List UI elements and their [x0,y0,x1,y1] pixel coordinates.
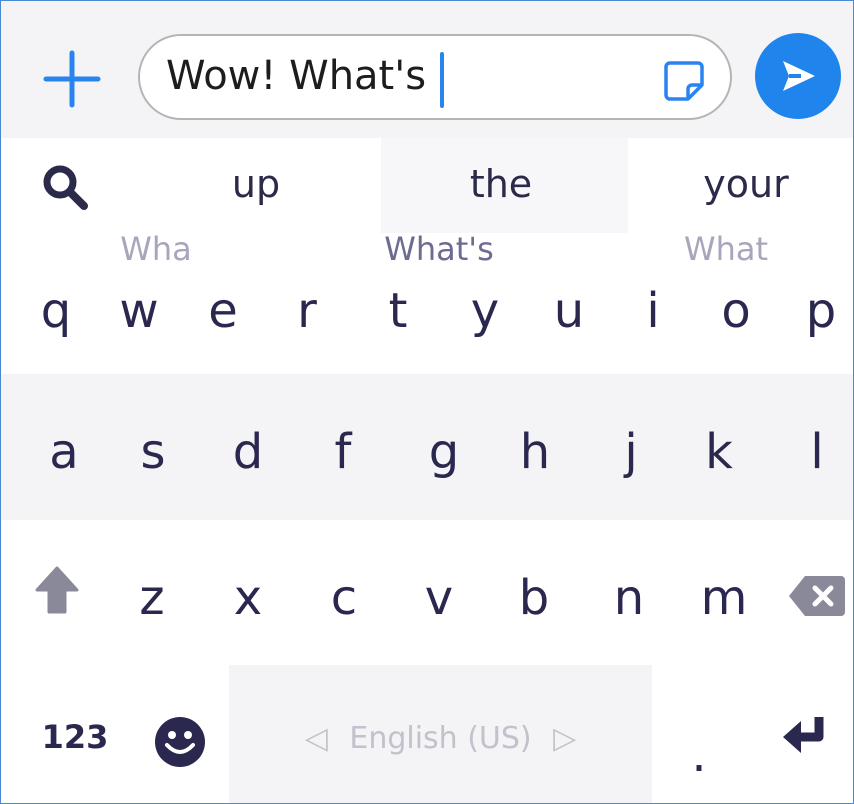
return-icon[interactable] [779,713,831,759]
key-r[interactable]: r [282,281,332,341]
key-q[interactable]: q [31,281,81,341]
key-m[interactable]: m [694,568,754,628]
key-k[interactable]: k [694,422,744,482]
space-bar-label: ◁ English (US) ▷ [229,719,652,759]
key-t[interactable]: t [373,281,423,341]
key-y[interactable]: y [460,281,510,341]
key-n[interactable]: n [604,568,654,628]
key-z[interactable]: z [127,568,177,628]
space-language-text: English (US) [349,721,532,756]
key-row-2: a s d f g h j k l [1,374,853,520]
key-g[interactable]: g [419,422,469,482]
key-u[interactable]: u [544,281,594,341]
key-b[interactable]: b [509,568,559,628]
message-input-text: Wow! What's [166,53,427,99]
text-caret [440,52,444,108]
compose-bar: Wow! What's [1,1,853,138]
key-s[interactable]: s [128,422,178,482]
plus-icon[interactable] [42,49,102,109]
prediction-2[interactable]: What's [369,229,509,269]
backspace-icon[interactable] [787,574,847,618]
search-icon[interactable] [38,160,94,216]
key-x[interactable]: x [223,568,273,628]
suggestion-bar: up the your [1,138,853,233]
key-i[interactable]: i [628,281,678,341]
key-row-1: q w e r t y u i o p [1,277,853,373]
suggestion-2[interactable]: the [436,162,566,206]
prediction-1[interactable]: Wha [91,229,221,269]
message-input[interactable]: Wow! What's [138,34,732,120]
key-f[interactable]: f [318,422,368,482]
key-w[interactable]: w [114,281,164,341]
shift-icon[interactable] [33,564,81,616]
key-p[interactable]: p [796,281,846,341]
language-prev-icon: ◁ [304,721,328,756]
key-j[interactable]: j [606,422,656,482]
messaging-keyboard-screen: Wow! What's up the your Wha What's What [0,0,854,804]
prediction-3[interactable]: What [661,229,791,269]
period-key[interactable]: . [679,725,719,785]
key-a[interactable]: a [39,422,89,482]
space-bar[interactable]: ◁ English (US) ▷ [229,665,652,803]
key-c[interactable]: c [319,568,369,628]
suggestion-3[interactable]: your [671,162,821,206]
sticker-icon[interactable] [662,59,706,103]
emoji-icon[interactable] [153,715,207,769]
send-icon [783,61,815,91]
key-o[interactable]: o [711,281,761,341]
numbers-key[interactable]: 123 [35,715,115,759]
key-e[interactable]: e [198,281,248,341]
key-h[interactable]: h [510,422,560,482]
key-d[interactable]: d [223,422,273,482]
language-next-icon: ▷ [553,721,577,756]
key-v[interactable]: v [414,568,464,628]
key-row-3: z x c v b n m [1,520,853,665]
suggestion-1[interactable]: up [191,162,321,206]
send-button[interactable] [755,33,841,119]
key-l[interactable]: l [792,422,842,482]
